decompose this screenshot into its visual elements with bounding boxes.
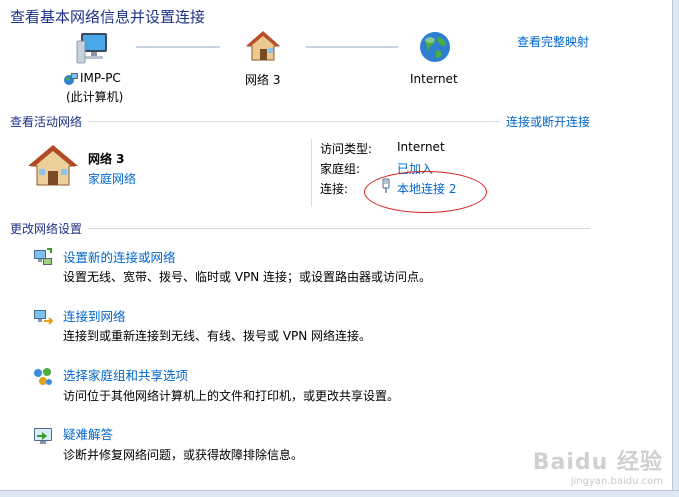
connect-disconnect-link[interactable]: 连接或断开连接 <box>506 113 590 130</box>
connect-network-icon <box>32 307 54 329</box>
change-settings-divider <box>88 228 590 229</box>
map-connector-1 <box>136 46 220 48</box>
computer-icon <box>75 31 111 65</box>
task-troubleshoot-desc: 诊断并修复网络问题，或获得故障排除信息。 <box>63 448 304 462</box>
network-house-icon <box>246 30 280 64</box>
page-title: 查看基本网络信息并设置连接 <box>10 8 206 26</box>
internet-globe-icon <box>418 30 452 64</box>
watermark-brand: Baidu 经验 <box>532 450 663 475</box>
task-connect-network-link[interactable]: 连接到网络 <box>63 306 126 325</box>
red-annotation-ellipse <box>364 171 487 213</box>
map-network-name: 网络 3 <box>245 73 281 87</box>
computer-name: IMP-PC <box>80 71 121 85</box>
task-setup-connection-link[interactable]: 设置新的连接或网络 <box>63 247 176 266</box>
computer-globe-small-icon <box>63 72 79 86</box>
map-internet-label: Internet <box>410 72 458 86</box>
connection-label: 连接: <box>320 182 349 196</box>
watermark-url: jingyan.baidu.com <box>570 476 663 487</box>
active-network-vertical-divider <box>311 139 312 207</box>
baidu-watermark: Baidu 经验 jingyan.baidu.com <box>533 444 663 487</box>
troubleshoot-icon <box>32 425 54 447</box>
access-type-value: Internet <box>397 140 445 154</box>
window-frame-bottom <box>0 490 679 497</box>
home-network-icon <box>28 143 78 189</box>
window-frame-right <box>672 0 679 497</box>
network-setup-icon <box>32 247 54 269</box>
access-type-label: 访问类型: <box>320 142 373 156</box>
homegroup-label: 家庭组: <box>320 162 361 176</box>
task-homegroup-sharing-link[interactable]: 选择家庭组和共享选项 <box>63 365 188 384</box>
active-networks-heading: 查看活动网络 <box>10 115 83 129</box>
network-type-link[interactable]: 家庭网络 <box>88 170 136 187</box>
active-networks-divider <box>88 121 500 122</box>
task-connect-network-desc: 连接到或重新连接到无线、有线、拨号或 VPN 网络连接。 <box>63 329 372 343</box>
map-connector-2 <box>306 46 398 48</box>
view-full-map-link[interactable]: 查看完整映射 <box>517 33 589 50</box>
change-settings-heading: 更改网络设置 <box>10 222 83 236</box>
computer-subtitle: (此计算机) <box>66 90 124 104</box>
task-homegroup-sharing-desc: 访问位于其他网络计算机上的文件和打印机，或更改共享设置。 <box>63 389 400 403</box>
active-network-name: 网络 3 <box>88 152 125 166</box>
task-setup-connection-desc: 设置无线、宽带、拨号、临时或 VPN 连接；或设置路由器或访问点。 <box>63 270 432 284</box>
task-troubleshoot-link[interactable]: 疑难解答 <box>63 424 113 443</box>
homegroup-icon <box>32 366 54 388</box>
